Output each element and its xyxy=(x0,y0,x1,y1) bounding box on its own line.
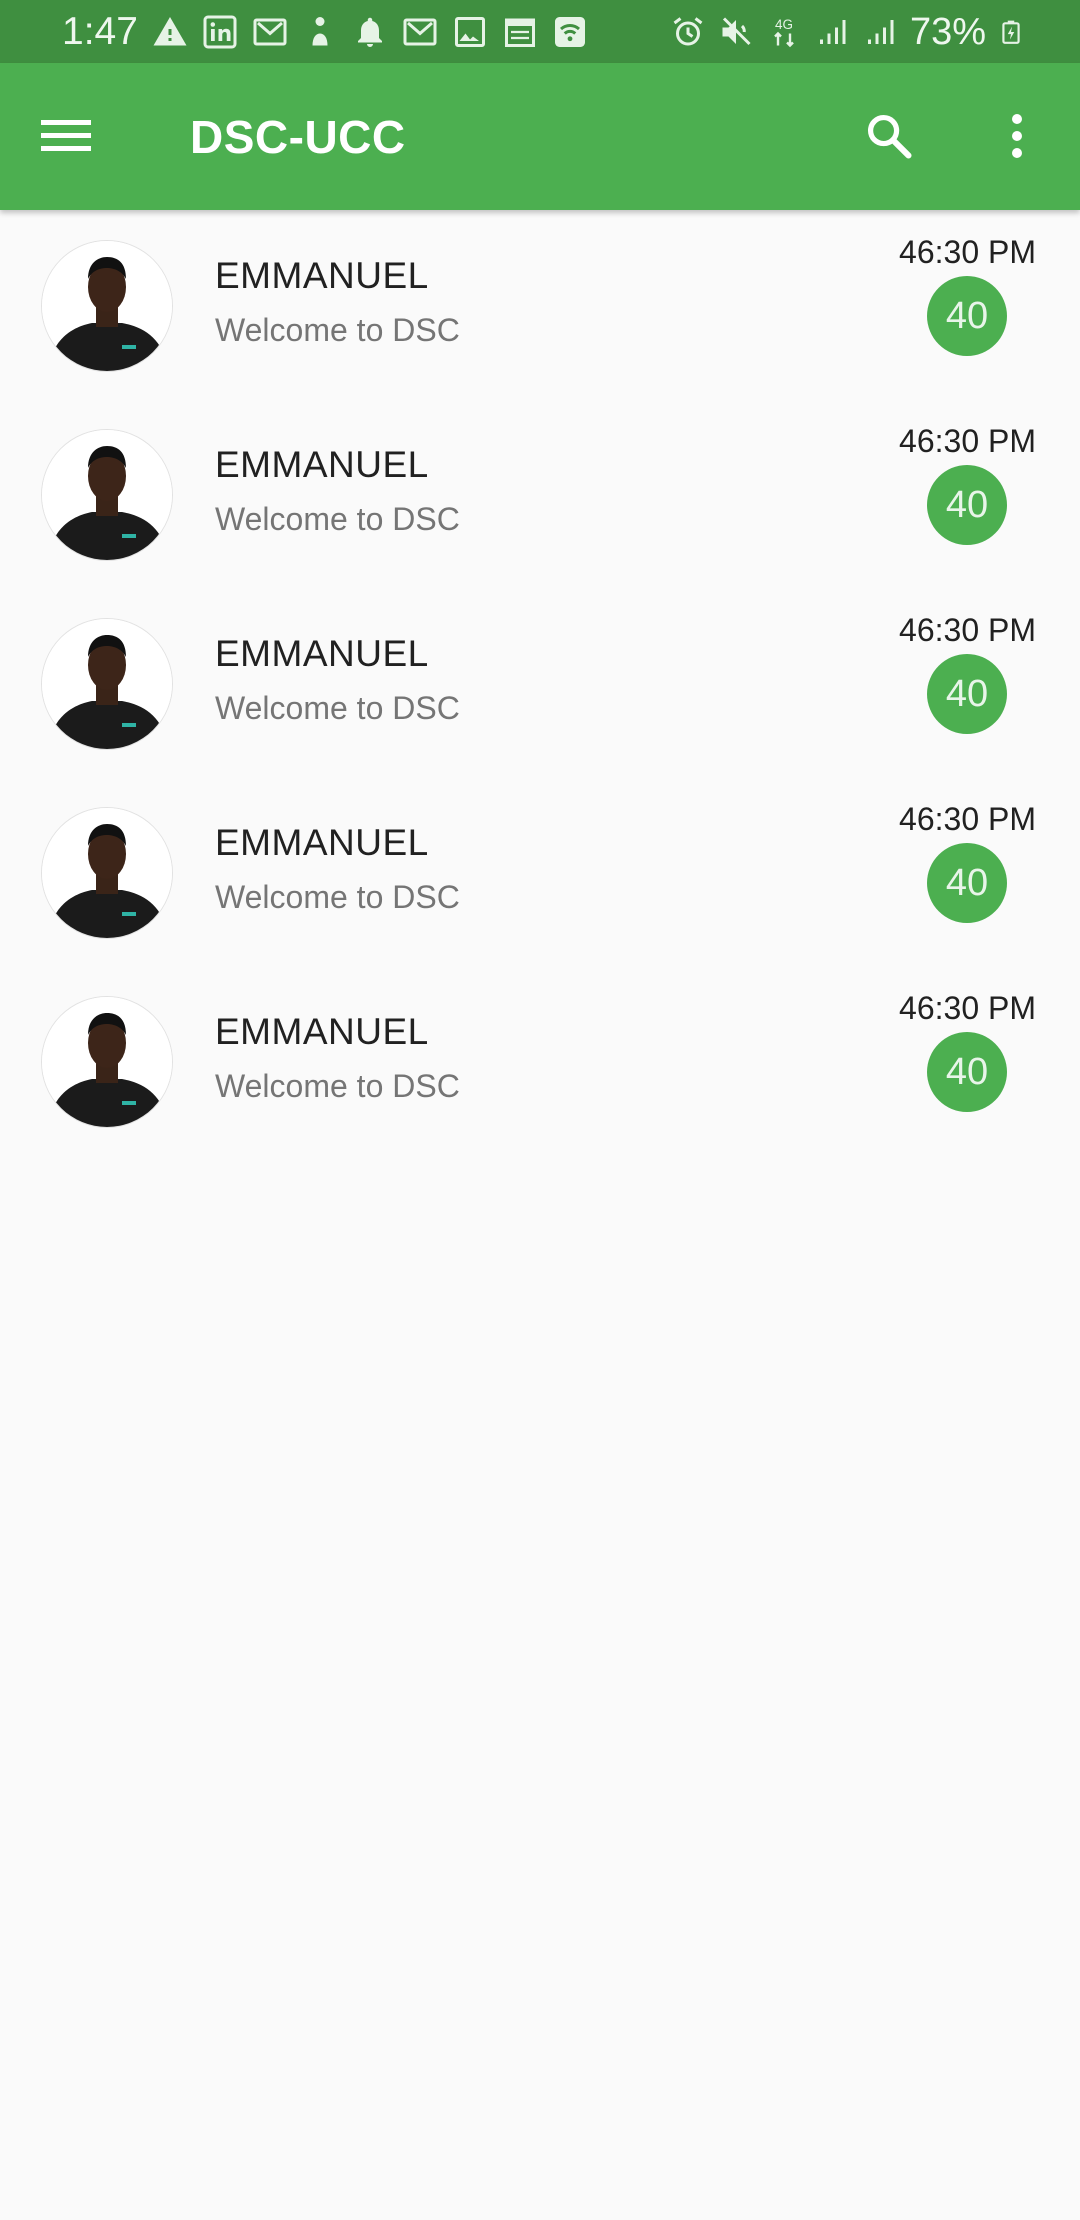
avatar[interactable] xyxy=(41,429,173,561)
menu-button[interactable] xyxy=(34,103,100,169)
mute-icon xyxy=(722,17,751,46)
chat-list: EMMANUEL Welcome to DSC 46:30 PM 40 EMMA… xyxy=(0,210,1080,1155)
message-time: 46:30 PM xyxy=(899,612,1036,648)
status-bar: 1:47 4G 73% xyxy=(0,0,1080,63)
battery-charging-icon xyxy=(1002,20,1020,44)
search-icon xyxy=(867,114,912,159)
wifi-hotspot-icon xyxy=(555,17,585,47)
avatar[interactable] xyxy=(41,996,173,1128)
app-title: DSC-UCC xyxy=(190,111,406,163)
unread-count-badge: 40 xyxy=(927,654,1007,734)
notification-icons xyxy=(152,12,588,52)
person-icon xyxy=(312,17,328,46)
contact-name: EMMANUEL xyxy=(215,444,429,485)
chat-list-item[interactable]: EMMANUEL Welcome to DSC 46:30 PM 40 xyxy=(0,399,1080,588)
contact-name: EMMANUEL xyxy=(215,633,429,674)
chat-list-item[interactable]: EMMANUEL Welcome to DSC 46:30 PM 40 xyxy=(0,966,1080,1155)
contact-name: EMMANUEL xyxy=(215,255,429,296)
avatar[interactable] xyxy=(41,618,173,750)
system-icons: 4G 73% xyxy=(670,10,1024,54)
bell-icon xyxy=(358,17,382,47)
message-time: 46:30 PM xyxy=(899,423,1036,459)
svg-text:4G: 4G xyxy=(775,17,793,32)
profile-photo xyxy=(42,619,172,749)
last-message: Welcome to DSC xyxy=(215,312,460,348)
unread-count-badge: 40 xyxy=(927,276,1007,356)
more-options-button[interactable] xyxy=(984,103,1050,169)
last-message: Welcome to DSC xyxy=(215,879,460,915)
last-message: Welcome to DSC xyxy=(215,690,460,726)
linkedin-icon xyxy=(203,15,237,49)
profile-photo xyxy=(42,430,172,560)
last-message: Welcome to DSC xyxy=(215,1068,460,1104)
calendar-icon xyxy=(505,18,535,47)
hamburger-menu-icon xyxy=(41,120,91,151)
chat-list-item[interactable]: EMMANUEL Welcome to DSC 46:30 PM 40 xyxy=(0,588,1080,777)
4g-icon: 4G xyxy=(774,17,794,48)
battery-percentage: 73% xyxy=(909,11,986,53)
avatar[interactable] xyxy=(41,807,173,939)
chat-list-item[interactable]: EMMANUEL Welcome to DSC 46:30 PM 40 xyxy=(0,210,1080,399)
contact-name: EMMANUEL xyxy=(215,1011,429,1052)
warning-icon xyxy=(153,17,187,46)
status-time: 1:47 xyxy=(62,10,138,53)
unread-count-badge: 40 xyxy=(927,1032,1007,1112)
search-button[interactable] xyxy=(856,103,922,169)
chat-list-item[interactable]: EMMANUEL Welcome to DSC 46:30 PM 40 xyxy=(0,777,1080,966)
profile-photo xyxy=(42,808,172,938)
signal-icon xyxy=(867,20,894,44)
message-time: 46:30 PM xyxy=(899,990,1036,1026)
gmail-icon xyxy=(403,18,437,46)
last-message: Welcome to DSC xyxy=(215,501,460,537)
contact-name: EMMANUEL xyxy=(215,822,429,863)
profile-photo xyxy=(42,997,172,1127)
image-icon xyxy=(455,17,485,47)
message-time: 46:30 PM xyxy=(899,801,1036,837)
signal-icon xyxy=(819,20,846,44)
gmail-icon xyxy=(253,18,287,46)
unread-count-badge: 40 xyxy=(927,843,1007,923)
app-bar: DSC-UCC xyxy=(0,63,1080,210)
unread-count-badge: 40 xyxy=(927,465,1007,545)
alarm-icon xyxy=(673,17,703,46)
message-time: 46:30 PM xyxy=(899,234,1036,270)
more-vert-icon xyxy=(1012,114,1022,158)
avatar[interactable] xyxy=(41,240,173,372)
profile-photo xyxy=(42,241,172,371)
